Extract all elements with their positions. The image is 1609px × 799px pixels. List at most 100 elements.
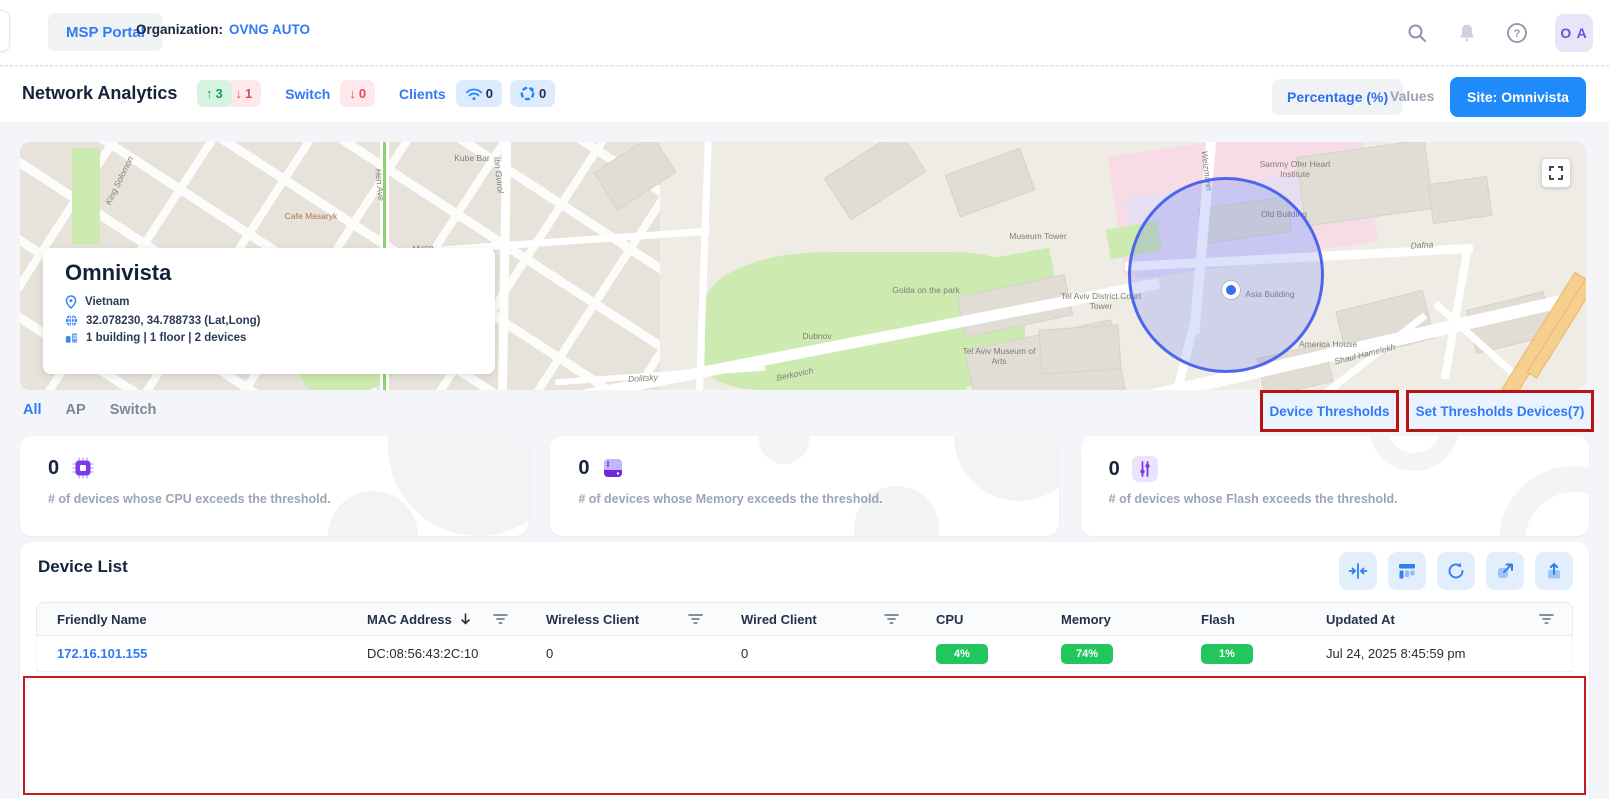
site-inventory: 1 building | 1 floor | 2 devices: [86, 332, 246, 344]
memory-icon: [601, 456, 625, 480]
wired-clients-badge[interactable]: 0: [510, 80, 555, 107]
cpu-icon: [71, 456, 95, 480]
notifications-bell-icon[interactable]: [1455, 21, 1479, 45]
fit-columns-button[interactable]: [1339, 552, 1377, 590]
site-map[interactable]: Sammy Ofer Heart Institute Old Building …: [20, 142, 1586, 390]
device-list-toolbar: [1339, 552, 1573, 590]
filter-icon[interactable]: [1539, 613, 1554, 625]
help-icon[interactable]: ?: [1505, 21, 1529, 45]
switch-label: Switch: [285, 86, 330, 102]
wifi-icon: [465, 86, 483, 102]
cpu-exceed-count: 0: [48, 457, 59, 480]
values-toggle[interactable]: Values: [1390, 88, 1434, 104]
column-friendly-name[interactable]: Friendly Name: [37, 612, 347, 627]
sort-desc-icon[interactable]: [459, 612, 472, 626]
external-link-icon: [1495, 561, 1515, 581]
device-status-summary: AP ↑4 ↓1 Switch ↑3 ↓0 Clients 0 0: [197, 80, 555, 107]
fullscreen-icon: [1548, 165, 1564, 181]
column-wired-client[interactable]: Wired Client: [721, 612, 917, 627]
site-name: Omnivista: [65, 260, 473, 286]
map-street-label: Dafna: [1402, 240, 1442, 252]
device-list-title: Device List: [38, 557, 128, 577]
columns-icon: [1397, 561, 1417, 581]
device-updated-at: Jul 24, 2025 8:45:59 pm: [1308, 646, 1572, 661]
down-arrow-icon: ↓: [349, 86, 356, 101]
building-icon: [65, 332, 78, 344]
fit-columns-icon: [1348, 561, 1368, 581]
column-cpu[interactable]: CPU: [917, 612, 1042, 627]
device-table-header: Friendly Name MAC Address Wireless Clien…: [36, 602, 1573, 636]
site-radius-circle[interactable]: [1128, 177, 1324, 373]
device-list-card: Device List Friendly Name MAC Address W: [20, 542, 1589, 799]
filter-icon[interactable]: [884, 613, 899, 625]
flash-exceed-count: 0: [1109, 458, 1120, 481]
site-location-marker[interactable]: [1222, 281, 1240, 299]
header-actions: ? O A: [1405, 14, 1593, 52]
filter-icon[interactable]: [493, 613, 508, 625]
up-arrow-icon: ↑: [206, 86, 213, 101]
cpu-threshold-label: # of devices whose CPU exceeds the thres…: [48, 492, 331, 506]
clients-label: Clients: [399, 86, 446, 102]
organization-breadcrumb: Organization: OVNG AUTO: [136, 22, 310, 37]
set-thresholds-devices-button[interactable]: Set Thresholds Devices(7): [1406, 390, 1594, 432]
map-fullscreen-button[interactable]: [1541, 158, 1571, 188]
site-coordinates: 32.078230, 34.788733 (Lat,Long): [86, 315, 261, 327]
down-arrow-icon: ↓: [235, 86, 242, 101]
sidebar-edge-handle[interactable]: [0, 10, 10, 52]
map-label: Sammy Ofer Heart Institute: [1252, 160, 1338, 180]
map-building: [824, 142, 927, 220]
tab-ap[interactable]: AP: [66, 402, 86, 418]
refresh-button[interactable]: [1437, 552, 1475, 590]
table-row: 172.16.101.155 DC:08:56:43:2C:10 0 0 4% …: [36, 636, 1573, 672]
site-selector-button[interactable]: Site: Omnivista: [1450, 77, 1586, 117]
open-external-button[interactable]: [1486, 552, 1524, 590]
top-header-bar: MSP Portal Organization:OVNG AUTO ? O A: [0, 0, 1609, 66]
network-analytics-bar: Network Analytics AP ↑4 ↓1 Switch ↑3 ↓0 …: [0, 67, 1609, 122]
device-mac: DC:08:56:43:2C:10: [347, 646, 526, 661]
switch-up-badge[interactable]: ↑3: [197, 80, 232, 107]
user-avatar[interactable]: O A: [1555, 14, 1593, 52]
search-icon[interactable]: [1405, 21, 1429, 45]
tab-all[interactable]: All: [23, 402, 42, 418]
upload-icon: [1544, 561, 1564, 581]
percentage-toggle[interactable]: Percentage (%): [1272, 79, 1403, 115]
map-label: Cafe Masaryk: [278, 212, 344, 222]
flash-threshold-card: 0 # of devices whose Flash exceeds the t…: [1081, 436, 1589, 536]
device-wireless-count: 0: [526, 646, 721, 661]
map-label: Museum Tower: [1000, 232, 1076, 242]
columns-button[interactable]: [1388, 552, 1426, 590]
device-name-link[interactable]: 172.16.101.155: [57, 646, 147, 661]
svg-text:?: ?: [1514, 28, 1521, 40]
flash-sliders-icon: [1132, 456, 1158, 482]
refresh-icon: [1446, 561, 1466, 581]
memory-threshold-card: 0 # of devices whose Memory exceeds the …: [550, 436, 1058, 536]
page-title: Network Analytics: [22, 83, 177, 104]
filter-icon[interactable]: [688, 613, 703, 625]
column-memory[interactable]: Memory: [1042, 612, 1183, 627]
device-wired-count: 0: [721, 646, 917, 661]
threshold-stat-cards: 0 # of devices whose CPU exceeds the thr…: [20, 436, 1589, 536]
location-pin-icon: [65, 295, 77, 309]
column-updated-at[interactable]: Updated At: [1308, 612, 1572, 627]
map-label: Dubnov: [795, 332, 839, 342]
map-building: [945, 148, 1036, 218]
globe-icon: [65, 314, 78, 327]
device-thresholds-button[interactable]: Device Thresholds: [1260, 390, 1399, 432]
map-building: [1428, 176, 1493, 224]
map-label: Kube Bar: [448, 154, 496, 164]
wireless-clients-badge[interactable]: 0: [456, 80, 502, 107]
organization-label: Organization:: [136, 22, 223, 37]
map-label: Golda on the park: [880, 286, 972, 296]
column-mac-address[interactable]: MAC Address: [347, 612, 526, 627]
tab-switch[interactable]: Switch: [110, 402, 157, 418]
column-flash[interactable]: Flash: [1183, 612, 1308, 627]
site-info-card: Omnivista Vietnam 32.078230, 34.788733 (…: [43, 248, 495, 374]
map-building: [1039, 324, 1122, 374]
memory-threshold-label: # of devices whose Memory exceeds the th…: [578, 492, 882, 506]
organization-value-link[interactable]: OVNG AUTO: [229, 22, 310, 37]
memory-usage-badge: 74%: [1061, 644, 1113, 664]
map-label: Tel Aviv Museum of Arts: [955, 347, 1043, 367]
column-wireless-client[interactable]: Wireless Client: [526, 612, 721, 627]
export-upload-button[interactable]: [1535, 552, 1573, 590]
switch-down-badge[interactable]: ↓0: [340, 80, 375, 107]
